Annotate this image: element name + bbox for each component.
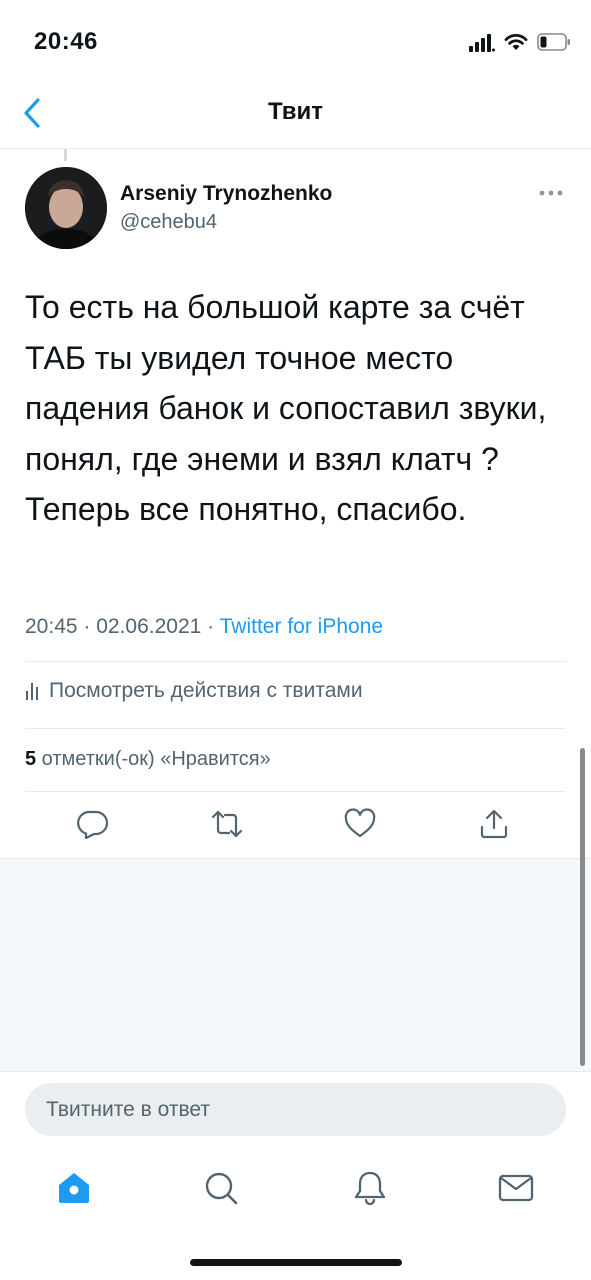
activity-label: Посмотреть действия с твитами (49, 679, 363, 702)
likes-count: 5 (25, 748, 37, 770)
mail-icon[interactable] (498, 1170, 534, 1206)
reply-compose-input[interactable]: Твитните в ответ (25, 1083, 566, 1136)
divider (25, 791, 566, 792)
compose-placeholder: Твитните в ответ (46, 1098, 210, 1121)
tweet-source-link[interactable]: Twitter for iPhone (220, 615, 383, 638)
status-time: 20:46 (34, 28, 98, 55)
divider (25, 728, 566, 729)
nav-divider (0, 148, 591, 149)
home-indicator[interactable] (190, 1259, 402, 1266)
search-icon[interactable] (203, 1170, 239, 1206)
author-handle[interactable]: @cehebu4 (120, 211, 217, 234)
share-icon[interactable] (478, 808, 510, 840)
wifi-icon (504, 34, 528, 50)
thread-connector-line (64, 149, 67, 161)
reply-icon[interactable] (77, 808, 109, 840)
tweet-date: 02.06.2021 (96, 615, 202, 638)
heart-icon[interactable] (344, 808, 376, 840)
view-tweet-activity-link[interactable]: Посмотреть действия с твитами (25, 679, 363, 703)
avatar[interactable] (25, 167, 107, 249)
meta-separator: · (77, 615, 97, 638)
likes-label: отметки(-ок) «Нравится» (36, 748, 271, 770)
cellular-signal-icon (469, 34, 495, 52)
home-icon[interactable] (56, 1170, 92, 1206)
page-title: Твит (267, 98, 323, 125)
tweet-time: 20:45 (25, 615, 78, 638)
tweet-text: То есть на большой карте за счёт ТАБ ты … (25, 289, 547, 527)
tweet-meta: 20:45 · 02.06.2021 · Twitter for iPhone (25, 615, 383, 639)
divider (25, 661, 566, 662)
meta-separator: · (201, 615, 220, 638)
likes-count-link[interactable]: 5 отметки(-ок) «Нравится» (25, 748, 271, 771)
scrollbar[interactable] (580, 748, 585, 1066)
bell-icon[interactable] (352, 1170, 388, 1206)
more-dots-icon[interactable] (538, 186, 564, 200)
replies-area (0, 858, 591, 1072)
compose-divider (0, 1071, 591, 1072)
battery-icon (537, 33, 570, 51)
retweet-icon[interactable] (211, 808, 243, 840)
author-name[interactable]: Arseniy Trynozhenko (120, 182, 332, 206)
bar-chart-icon (26, 683, 38, 700)
